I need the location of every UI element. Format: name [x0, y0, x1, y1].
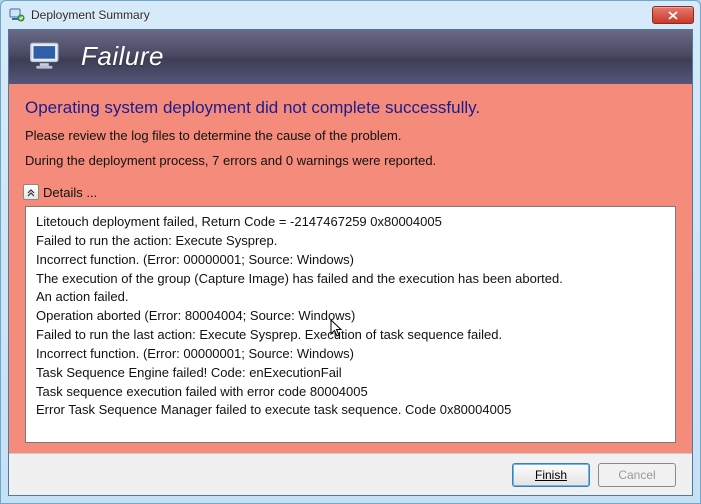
- banner-title: Failure: [81, 41, 164, 72]
- app-icon: [9, 7, 25, 23]
- error-heading: Operating system deployment did not comp…: [25, 98, 676, 118]
- error-review-msg: Please review the log files to determine…: [25, 128, 676, 143]
- button-bar: Finish Cancel: [9, 453, 692, 495]
- finish-button[interactable]: Finish: [512, 463, 590, 487]
- window-title: Deployment Summary: [31, 8, 652, 22]
- error-count-msg: During the deployment process, 7 errors …: [25, 153, 676, 168]
- details-label: Details ...: [43, 185, 97, 200]
- banner: Failure: [9, 30, 692, 84]
- details-toggle[interactable]: Details ...: [23, 184, 676, 200]
- close-button[interactable]: [652, 6, 694, 24]
- error-panel: Operating system deployment did not comp…: [9, 84, 692, 453]
- dialog-window: Deployment Summary Failure Operating sys…: [0, 0, 701, 504]
- error-log-box[interactable]: Litetouch deployment failed, Return Code…: [25, 206, 676, 443]
- cancel-button: Cancel: [598, 463, 676, 487]
- titlebar[interactable]: Deployment Summary: [1, 1, 700, 29]
- client-area: Failure Operating system deployment did …: [8, 29, 693, 496]
- monitor-icon: [29, 41, 65, 71]
- collapse-chevron-icon: [23, 184, 39, 200]
